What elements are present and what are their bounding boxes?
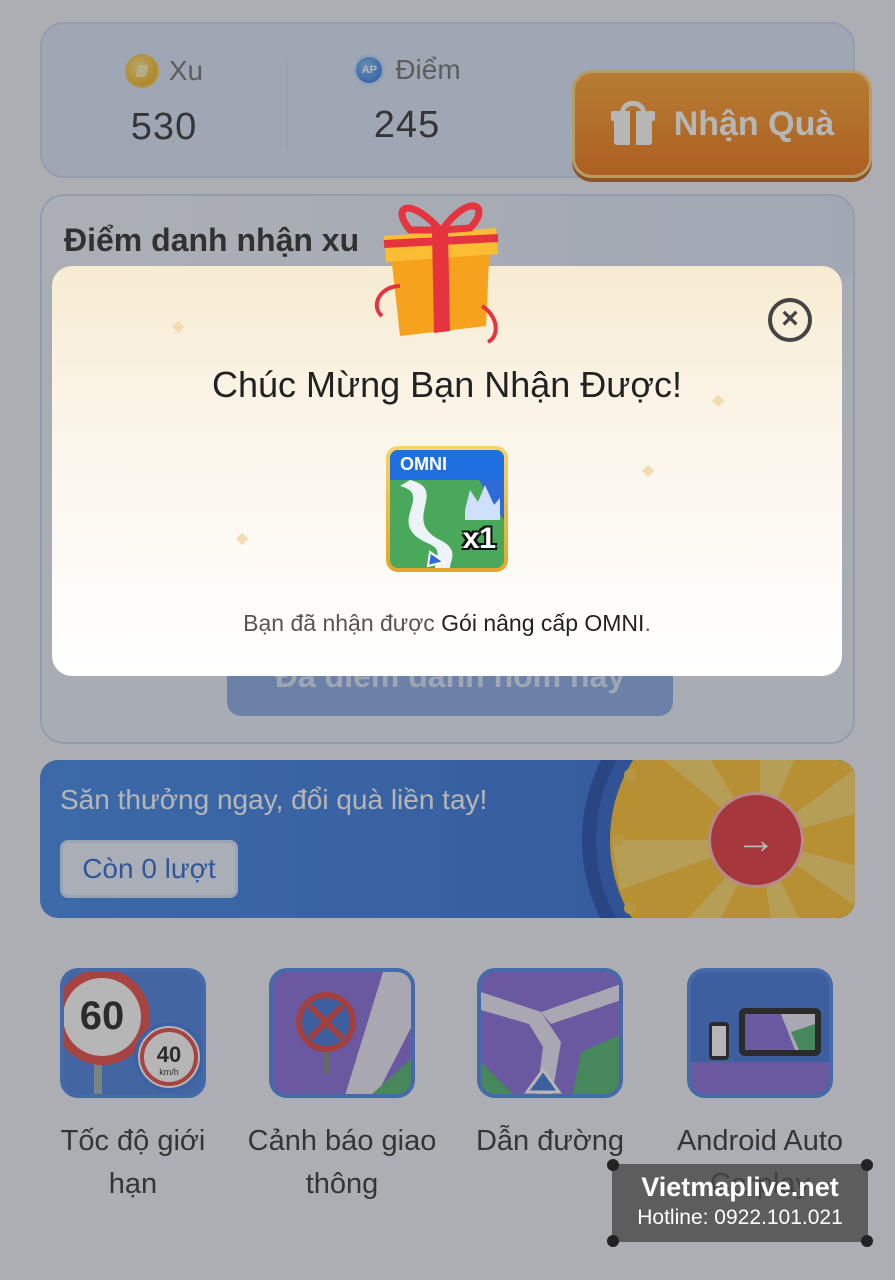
- watermark-hotline: Hotline: 0922.101.021: [637, 1206, 843, 1229]
- gift-box-icon: [374, 202, 499, 344]
- close-button[interactable]: ×: [768, 298, 812, 342]
- close-icon: ×: [781, 302, 799, 335]
- sparkle-icon: ◆: [172, 318, 185, 335]
- app-page: Xu 530 AP Điểm 245 Nhận Quà Điểm danh nh…: [0, 0, 895, 1280]
- modal-title: Chúc Mừng Bạn Nhận Được!: [211, 364, 682, 405]
- reward-quantity: x1: [462, 522, 496, 555]
- watermark-site: Vietmaplive.net: [641, 1172, 839, 1202]
- desc-suffix: .: [644, 610, 651, 636]
- desc-highlight: Gói nâng cấp OMNI: [441, 610, 645, 636]
- sparkle-icon: ◆: [642, 462, 655, 479]
- sparkle-icon: ◆: [236, 530, 249, 547]
- reward-description: Bạn đã nhận được Gói nâng cấp OMNI.: [52, 610, 842, 637]
- watermark: Vietmaplive.net Hotline: 0922.101.021: [607, 1159, 873, 1247]
- reward-name: OMNI: [390, 450, 504, 480]
- desc-prefix: Bạn đã nhận được: [243, 610, 435, 636]
- reward-item: OMNI x1: [386, 446, 508, 572]
